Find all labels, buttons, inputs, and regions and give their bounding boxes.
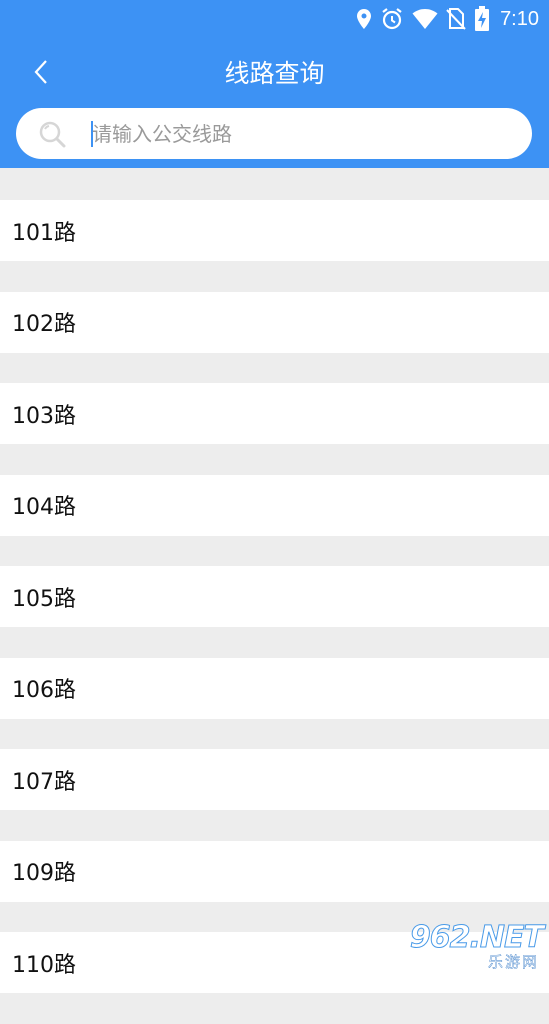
battery-charging-icon <box>474 6 490 32</box>
location-icon <box>356 8 372 30</box>
list-item[interactable]: 102路 <box>0 291 549 353</box>
list-item[interactable]: 107路 <box>0 749 549 810</box>
chevron-left-icon <box>34 59 48 89</box>
list-item[interactable]: 103路 <box>0 383 549 444</box>
search-icon <box>38 120 68 148</box>
no-sim-icon <box>446 8 466 30</box>
alarm-icon <box>380 7 404 31</box>
back-button[interactable] <box>24 56 58 92</box>
page-title: 线路查询 <box>224 59 325 88</box>
watermark-sub: 乐游网 <box>487 953 539 971</box>
wifi-icon <box>412 8 438 30</box>
route-list: 101路 102路 103路 104路 105路 106路 107路 109路 … <box>0 200 549 1024</box>
status-bar: 7:10 <box>356 6 539 32</box>
watermark-main: 962.NET <box>409 920 544 956</box>
list-item[interactable]: 104路 <box>0 474 549 536</box>
list-item[interactable]: 109路 <box>0 840 549 902</box>
list-item[interactable]: 101路 <box>0 200 549 261</box>
search-input[interactable] <box>92 119 512 149</box>
status-time: 7:10 <box>500 7 539 30</box>
list-item[interactable]: 105路 <box>0 566 549 627</box>
watermark-logo: 962.NET 乐游网 <box>408 920 544 972</box>
top-bar: 7:10 线路查询 <box>0 0 549 168</box>
list-item[interactable]: 106路 <box>0 657 549 719</box>
